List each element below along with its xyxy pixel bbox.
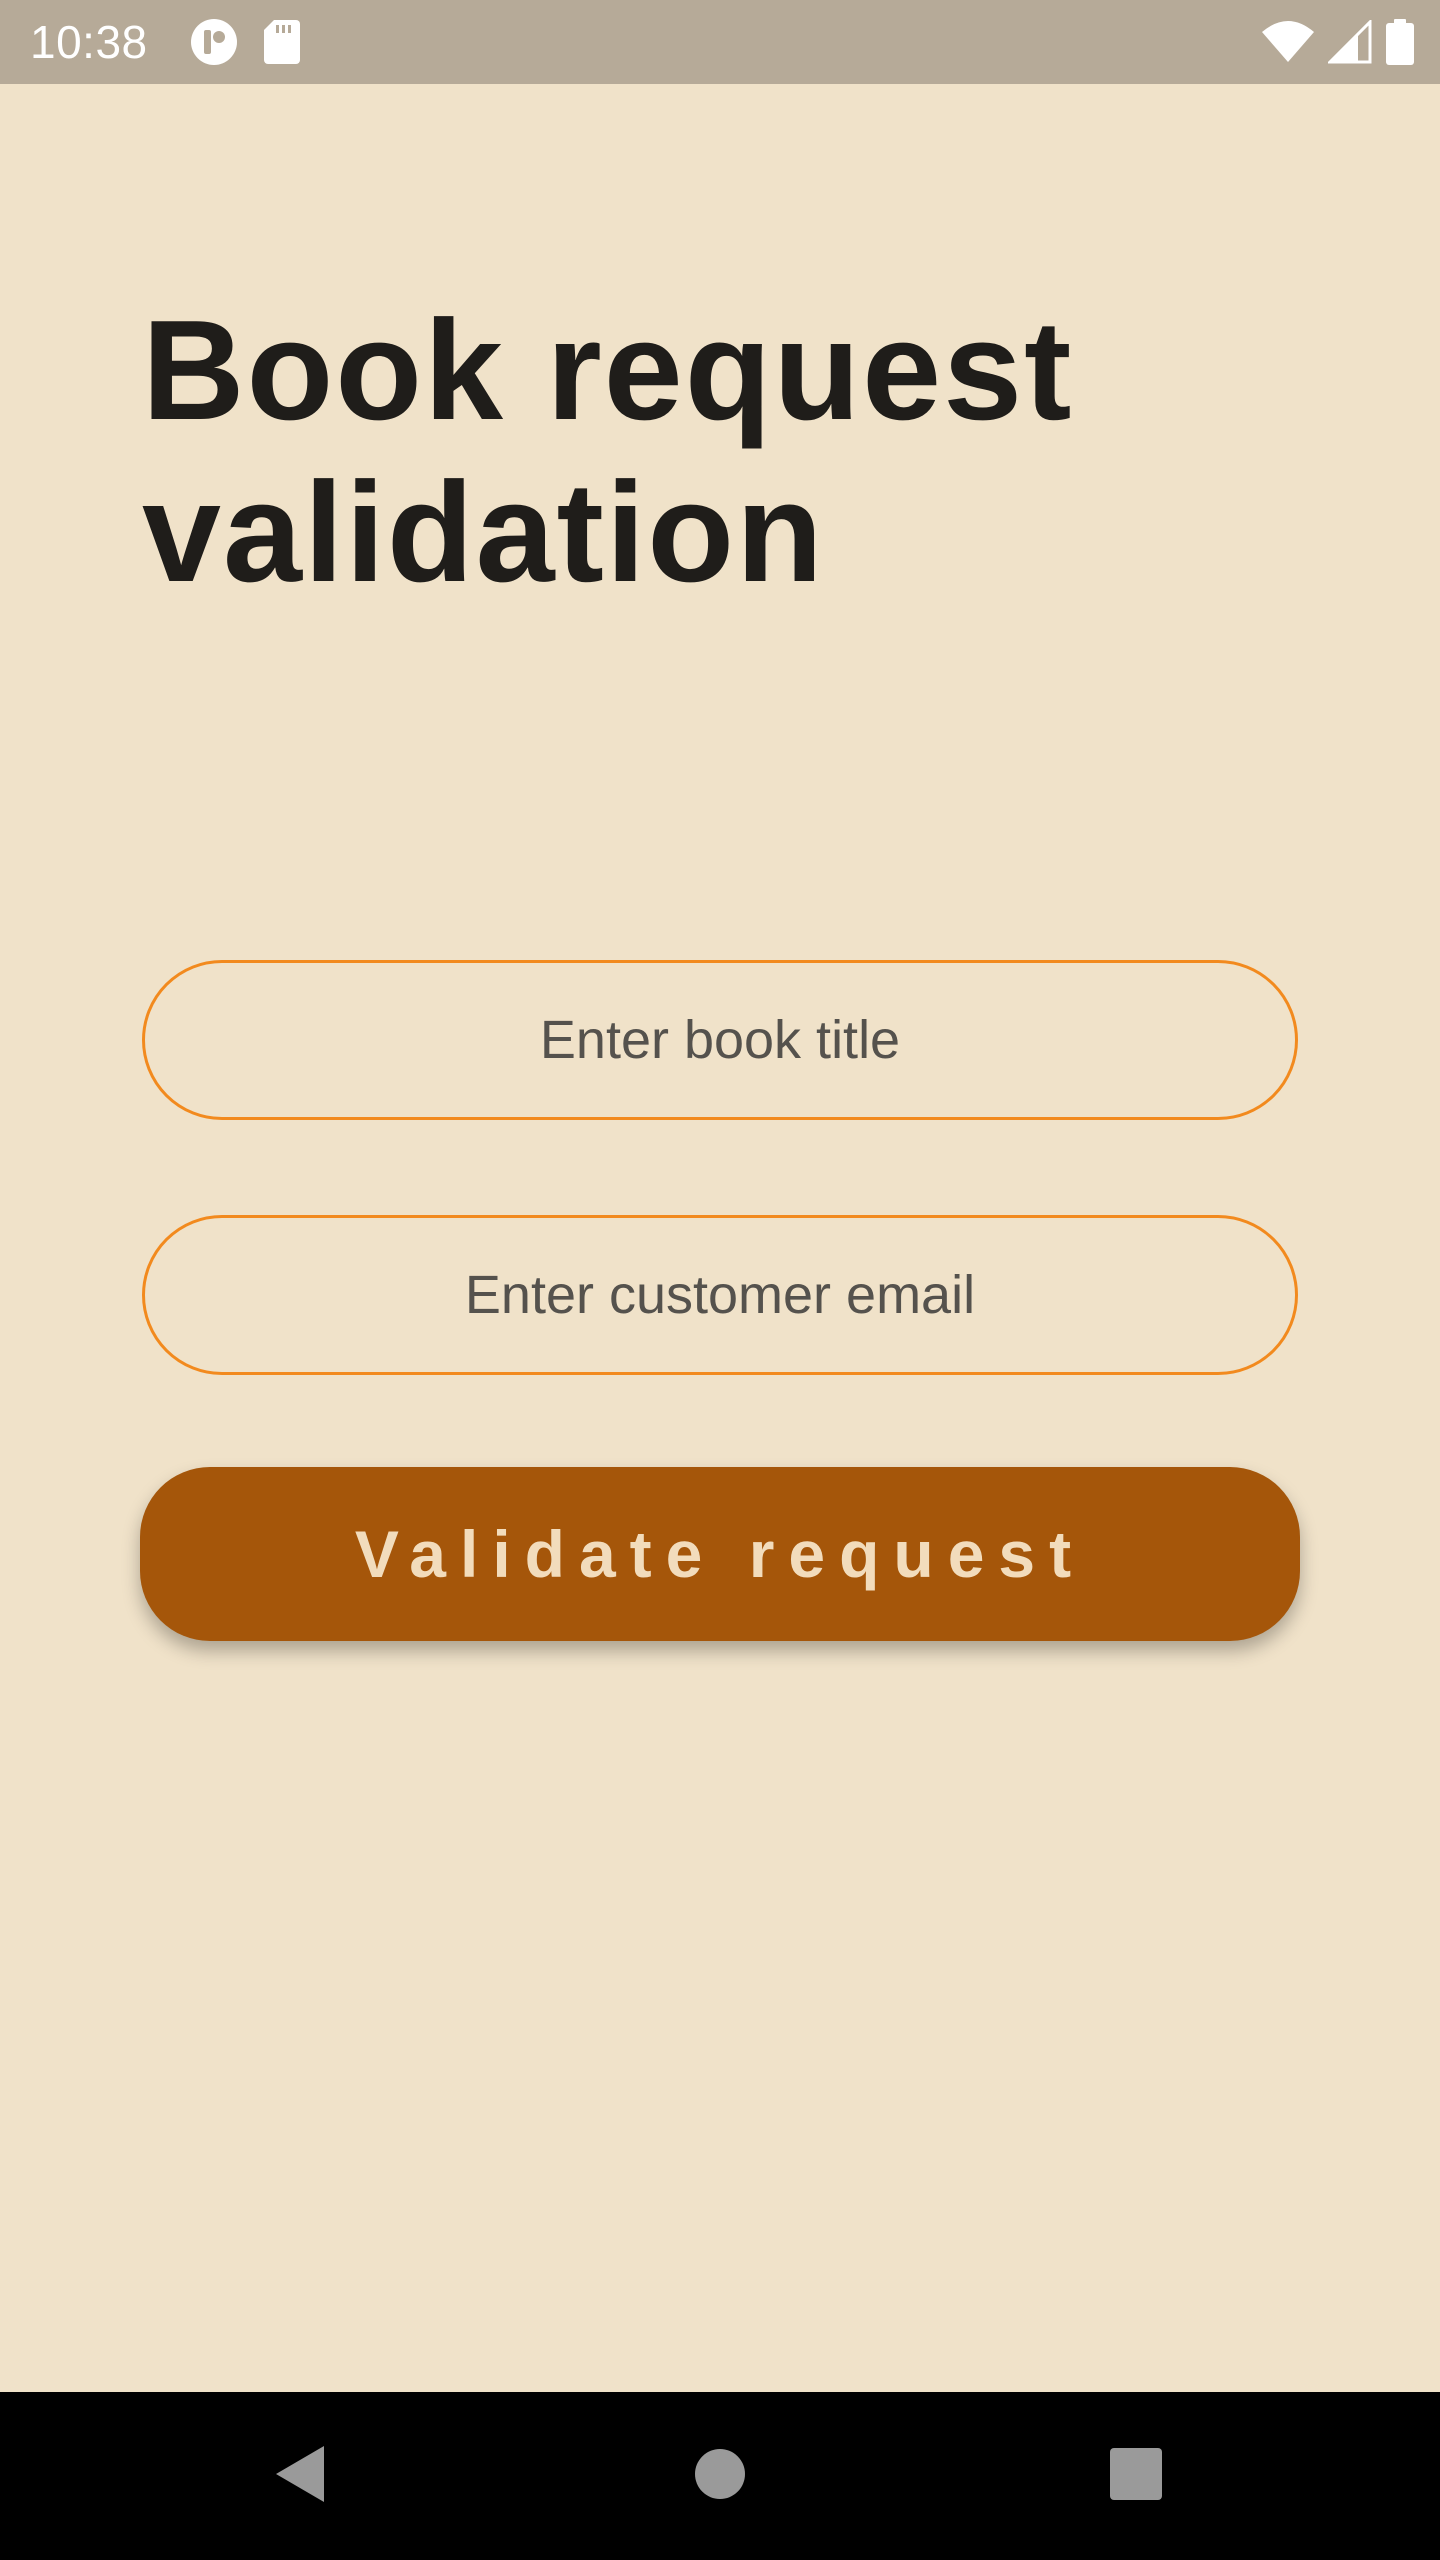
recents-icon bbox=[1109, 2447, 1163, 2506]
cell-signal-icon bbox=[1328, 20, 1372, 64]
sd-card-icon bbox=[264, 20, 300, 64]
navigation-bar bbox=[0, 2392, 1440, 2560]
home-icon bbox=[694, 2448, 746, 2505]
customer-email-field bbox=[142, 1215, 1298, 1375]
app-notification-icon bbox=[190, 18, 238, 66]
back-button[interactable] bbox=[258, 2434, 342, 2518]
validate-request-button[interactable]: Validate request bbox=[140, 1467, 1300, 1641]
status-right-icons bbox=[1262, 18, 1414, 66]
wifi-icon bbox=[1262, 20, 1314, 64]
page-title: Book request validation bbox=[142, 291, 1074, 612]
back-icon bbox=[272, 2444, 328, 2509]
battery-icon bbox=[1386, 19, 1414, 65]
recents-button[interactable] bbox=[1094, 2434, 1178, 2518]
status-bar: 10:38 bbox=[0, 0, 1440, 84]
book-title-field bbox=[142, 960, 1298, 1120]
book-title-input[interactable] bbox=[145, 963, 1295, 1117]
status-left-icons bbox=[190, 18, 300, 66]
status-time: 10:38 bbox=[30, 16, 148, 68]
home-button[interactable] bbox=[678, 2434, 762, 2518]
customer-email-input[interactable] bbox=[145, 1218, 1295, 1372]
